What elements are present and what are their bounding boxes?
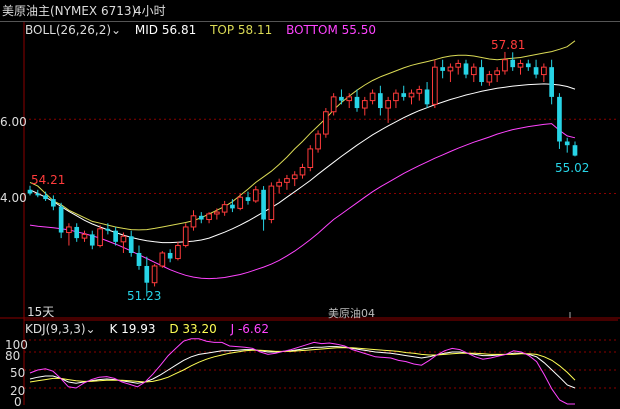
candle-body bbox=[261, 189, 266, 220]
candle-body bbox=[564, 141, 570, 146]
candle-body bbox=[299, 167, 306, 176]
boll-bottom-line bbox=[29, 123, 576, 280]
candle-body bbox=[27, 189, 33, 194]
y-tick-label: 4.00 bbox=[0, 191, 27, 205]
candle-body bbox=[315, 133, 321, 150]
candle-body bbox=[479, 67, 484, 83]
candle-body bbox=[89, 234, 95, 246]
y-tick-label: 6.00 bbox=[0, 115, 27, 129]
candle-body bbox=[361, 100, 368, 109]
left-high-label: 54.21 bbox=[31, 173, 66, 187]
candle-body bbox=[393, 92, 399, 102]
candle-body bbox=[245, 197, 251, 201]
candle-body bbox=[416, 88, 423, 94]
candle-body bbox=[252, 189, 259, 202]
candle-body bbox=[237, 196, 244, 209]
candle-body bbox=[455, 62, 462, 68]
kdj-tick-label: 80 bbox=[5, 349, 21, 363]
candle-body bbox=[175, 245, 181, 260]
candle-body bbox=[557, 96, 562, 142]
candle-body bbox=[198, 215, 204, 220]
candle-body bbox=[463, 63, 469, 75]
candle-body bbox=[424, 89, 430, 105]
candle-body bbox=[43, 195, 48, 200]
candle-body bbox=[525, 63, 531, 68]
candle-body bbox=[113, 230, 118, 242]
candle-body bbox=[35, 193, 41, 196]
candle-body bbox=[206, 213, 212, 221]
candle-body bbox=[284, 178, 290, 183]
candle-body bbox=[572, 145, 578, 156]
high-label: 57.81 bbox=[491, 38, 526, 52]
candle-body bbox=[330, 96, 337, 113]
candle-body bbox=[354, 96, 360, 109]
candle-body bbox=[66, 226, 72, 234]
low-label: 51.23 bbox=[127, 289, 162, 303]
kdj-d-line bbox=[29, 347, 576, 383]
candle-body bbox=[307, 148, 314, 168]
candle-body bbox=[502, 59, 508, 72]
price-chart[interactable] bbox=[0, 0, 620, 405]
candle-body bbox=[128, 236, 134, 253]
candle-body bbox=[378, 93, 383, 109]
candle-body bbox=[167, 252, 173, 259]
candle-body bbox=[105, 228, 111, 231]
candle-body bbox=[291, 174, 298, 180]
candle-body bbox=[214, 211, 220, 215]
candle-body bbox=[369, 92, 376, 102]
candle-body bbox=[323, 111, 329, 135]
candle-body bbox=[339, 96, 344, 101]
candle-body bbox=[494, 70, 500, 76]
candle-body bbox=[470, 66, 477, 76]
kdj-tick-label: 0 bbox=[14, 395, 22, 409]
candle-body bbox=[486, 74, 493, 83]
candle-body bbox=[346, 96, 353, 102]
candle-body bbox=[58, 206, 64, 233]
candle-body bbox=[221, 204, 228, 213]
candle-body bbox=[81, 233, 88, 239]
candle-body bbox=[440, 67, 445, 71]
watermark-label: 美原油04 bbox=[328, 307, 375, 320]
candle-body bbox=[74, 226, 80, 239]
candle-body bbox=[517, 62, 524, 68]
candle-body bbox=[401, 93, 407, 97]
candle-body bbox=[151, 265, 158, 284]
candle-body bbox=[541, 66, 547, 76]
candle-body bbox=[190, 215, 197, 228]
candle-body bbox=[159, 252, 166, 267]
candle-body bbox=[276, 181, 282, 187]
boll-mid-line bbox=[29, 83, 576, 244]
candle-body bbox=[268, 185, 275, 221]
candle-body bbox=[136, 252, 142, 266]
candle-body bbox=[408, 92, 415, 98]
candle-body bbox=[182, 226, 189, 247]
kdj-k-line bbox=[29, 346, 576, 389]
candle-body bbox=[432, 66, 438, 105]
last-price-label: 55.02 bbox=[555, 161, 590, 175]
kdj-tick-label: 50 bbox=[10, 366, 26, 380]
candle-body bbox=[230, 204, 235, 209]
candle-body bbox=[533, 67, 539, 75]
candle-body bbox=[447, 66, 454, 72]
candle-body bbox=[549, 67, 554, 97]
candle-body bbox=[97, 228, 103, 247]
candle-body bbox=[144, 265, 150, 283]
candle-body bbox=[510, 59, 516, 68]
range-label: 15天 bbox=[27, 305, 55, 319]
candle-body bbox=[51, 199, 56, 207]
candle-body bbox=[385, 100, 391, 109]
candle-body bbox=[120, 235, 127, 243]
